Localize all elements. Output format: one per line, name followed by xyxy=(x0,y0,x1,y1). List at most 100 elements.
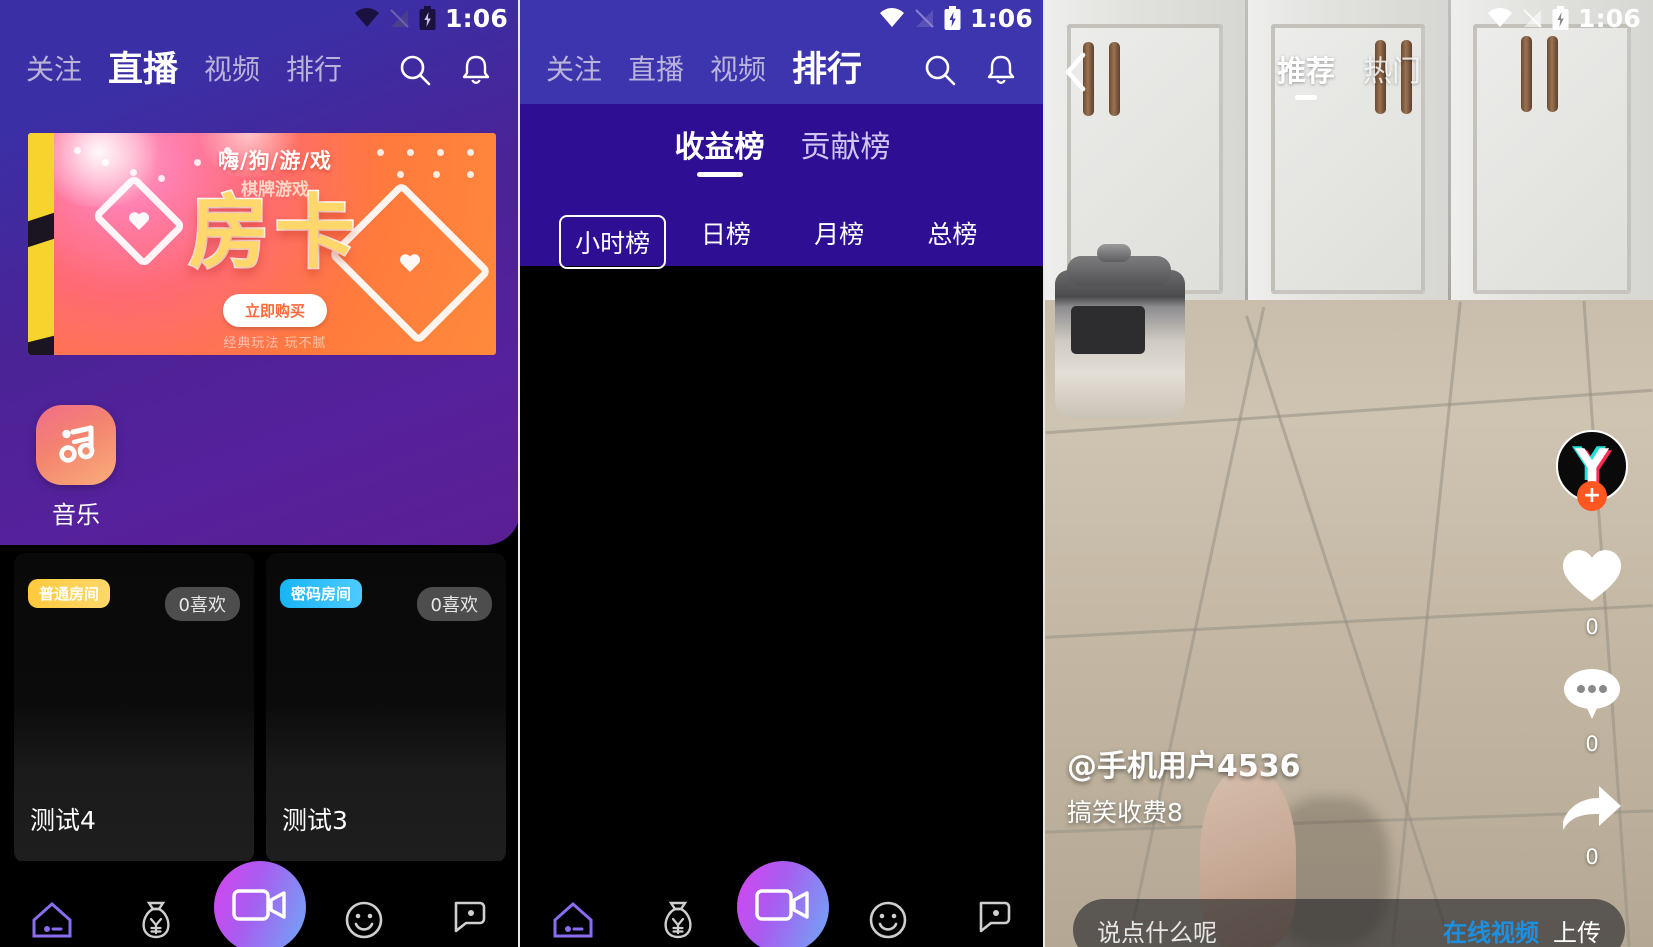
bottom-nav-item-message[interactable] xyxy=(835,861,940,947)
tab-daily-label: 日榜 xyxy=(700,220,751,249)
nav-tab-follow[interactable]: 关注 xyxy=(546,56,602,84)
tab-contribution-rank[interactable]: 贡献榜 xyxy=(801,122,891,177)
rank-type-tabs: 收益榜 贡献榜 xyxy=(520,122,1045,177)
room-name: 测试4 xyxy=(30,806,96,835)
banner-stripe xyxy=(28,133,54,355)
tab-monthly[interactable]: 月榜 xyxy=(783,215,896,269)
money-bag-icon xyxy=(135,897,177,945)
video-camera-icon xyxy=(231,884,289,930)
battery-charging-icon xyxy=(1552,5,1569,31)
plus-follow-icon[interactable]: + xyxy=(1577,481,1607,511)
tab-recommended[interactable]: 推荐 xyxy=(1277,48,1335,100)
avatar[interactable]: Y + xyxy=(1556,430,1628,511)
no-signal-icon xyxy=(1522,8,1543,29)
status-time: 1:06 xyxy=(1578,3,1641,33)
table-row[interactable]: 普通房间 0喜欢 测试4 xyxy=(14,553,254,863)
search-icon[interactable] xyxy=(923,53,957,87)
status-bar: 1:06 xyxy=(520,0,1045,36)
comment-bubble-icon xyxy=(1562,667,1622,725)
home-icon xyxy=(29,899,75,945)
bottom-nav-item-home[interactable] xyxy=(0,861,104,947)
tab-daily[interactable]: 日榜 xyxy=(669,215,782,269)
share-count: 0 xyxy=(1585,845,1599,869)
battery-charging-icon xyxy=(944,5,961,31)
heart-icon xyxy=(1561,548,1623,608)
status-bar: 1:06 xyxy=(1045,0,1653,36)
bottom-nav-item-home[interactable] xyxy=(520,861,625,947)
like-button[interactable]: 0 xyxy=(1561,548,1623,639)
wifi-icon xyxy=(879,8,905,28)
money-bag-icon xyxy=(657,897,699,945)
panel-divider-1 xyxy=(518,0,520,947)
status-badge: 普通房间 xyxy=(28,579,111,608)
video-top-bar: 推荐 热门 xyxy=(1045,44,1653,104)
top-nav-tabs: 关注 直播 视频 排行 xyxy=(0,36,520,104)
comment-input[interactable]: 说点什么呢 xyxy=(1097,913,1217,947)
search-icon[interactable] xyxy=(398,53,432,87)
room-grid: 普通房间 0喜欢 测试4 密码房间 0喜欢 测试3 xyxy=(0,553,520,863)
tab-hourly-label: 小时榜 xyxy=(559,215,667,269)
panel-ranking: 1:06 关注 直播 视频 排行 收益榜 贡献榜 小时榜 日榜 月榜 总榜 xyxy=(520,0,1045,947)
table-row[interactable]: 密码房间 0喜欢 测试3 xyxy=(266,553,506,863)
banner-artwork: 嗨/狗/游/戏 棋牌游戏 房卡 立即购买 经典玩法 玩不腻 xyxy=(54,133,496,355)
bottom-nav-item-message[interactable] xyxy=(312,861,416,947)
panel-divider-2 xyxy=(1043,0,1045,947)
smiley-icon xyxy=(866,899,910,945)
music-note-icon xyxy=(36,405,116,485)
comment-button[interactable]: 0 xyxy=(1562,667,1622,756)
banner-title: 嗨/狗/游/戏 xyxy=(217,149,332,173)
video-meta: @手机用户4536 搞笑收费8 xyxy=(1067,741,1301,829)
bottom-nav-item-earn[interactable] xyxy=(104,861,208,947)
rank-body xyxy=(520,266,1045,947)
nav-tab-video[interactable]: 视频 xyxy=(204,56,260,84)
bottom-nav-item-earn[interactable] xyxy=(625,861,730,947)
video-feed-tabs: 推荐 热门 xyxy=(1045,48,1653,100)
nav-tab-live[interactable]: 直播 xyxy=(628,56,684,84)
promo-banner[interactable]: 嗨/狗/游/戏 棋牌游戏 房卡 立即购买 经典玩法 玩不腻 xyxy=(28,133,496,355)
video-action-rail: Y + 0 0 0 xyxy=(1549,430,1635,897)
three-panel-screenshot: 1:06 关注 直播 视频 排行 嗨/狗/游/戏 棋牌游戏 房卡 立即购买 经典… xyxy=(0,0,1653,947)
wifi-icon xyxy=(1487,8,1513,28)
upload-button[interactable]: 上传 xyxy=(1553,913,1601,947)
back-arrow-icon[interactable] xyxy=(1063,51,1089,97)
share-arrow-icon xyxy=(1561,784,1623,838)
battery-charging-icon xyxy=(419,5,436,31)
like-count: 0 xyxy=(1585,615,1599,639)
tab-total[interactable]: 总榜 xyxy=(896,215,1009,269)
pressure-cooker xyxy=(1055,244,1185,418)
go-live-button[interactable] xyxy=(736,861,829,947)
nav-tab-follow[interactable]: 关注 xyxy=(26,56,82,84)
bottom-nav-item-profile[interactable] xyxy=(940,861,1045,947)
no-signal-icon xyxy=(389,8,410,29)
no-signal-icon xyxy=(914,8,935,29)
banner-headline: 房卡 xyxy=(188,186,361,279)
online-video-link[interactable]: 在线视频 xyxy=(1443,913,1539,947)
comment-input-bar[interactable]: 说点什么呢 在线视频 上传 xyxy=(1073,899,1625,947)
video-author[interactable]: @手机用户4536 xyxy=(1067,741,1301,785)
share-button[interactable]: 0 xyxy=(1561,784,1623,869)
room-likes: 0喜欢 xyxy=(164,587,240,621)
person-icon xyxy=(973,899,1013,945)
nav-tab-rank[interactable]: 排行 xyxy=(286,56,342,84)
tab-monthly-label: 月榜 xyxy=(814,220,865,249)
banner-cta-button[interactable]: 立即购买 xyxy=(222,294,328,327)
person-icon xyxy=(448,899,488,945)
video-description: 搞笑收费8 xyxy=(1067,798,1183,827)
nav-tab-live[interactable]: 直播 xyxy=(108,52,178,88)
top-nav-tabs: 关注 直播 视频 排行 xyxy=(520,36,1045,104)
bottom-nav-item-profile[interactable] xyxy=(416,861,520,947)
category-music[interactable]: 音乐 xyxy=(16,405,136,530)
nav-tab-video[interactable]: 视频 xyxy=(710,56,766,84)
tab-earnings-rank[interactable]: 收益榜 xyxy=(675,122,765,177)
tab-hourly[interactable]: 小时榜 xyxy=(556,215,669,269)
video-camera-icon xyxy=(754,884,812,930)
comment-count: 0 xyxy=(1585,732,1599,756)
smiley-icon xyxy=(342,899,386,945)
bell-icon[interactable] xyxy=(460,53,494,87)
nav-tab-rank[interactable]: 排行 xyxy=(792,52,862,88)
tab-hot[interactable]: 热门 xyxy=(1363,48,1421,100)
bell-icon[interactable] xyxy=(985,53,1019,87)
go-live-button[interactable] xyxy=(214,861,306,947)
bottom-nav xyxy=(0,861,520,947)
room-likes: 0喜欢 xyxy=(416,587,492,621)
